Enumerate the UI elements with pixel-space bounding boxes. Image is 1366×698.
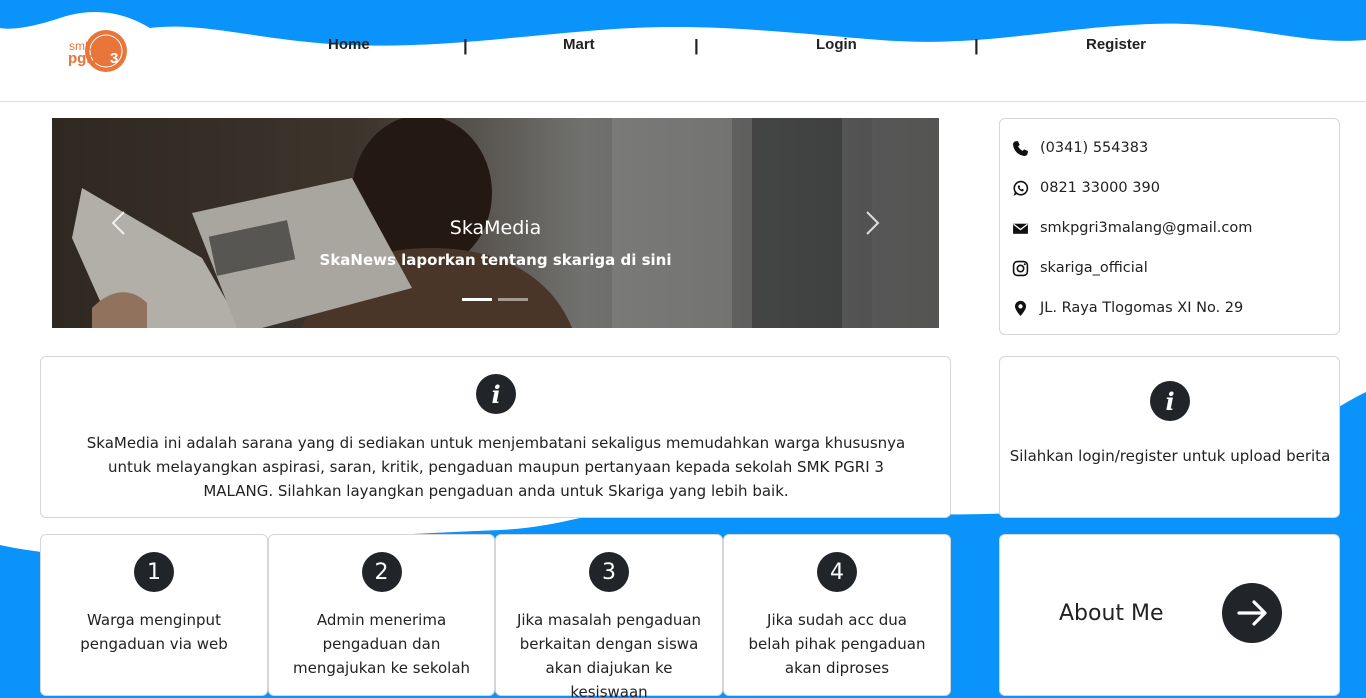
step-text: Jika masalah pengaduan berkaitan dengan … [516,611,702,698]
info-icon: i [1150,381,1190,421]
chevron-right-icon[interactable] [857,208,887,238]
chevron-left-icon[interactable] [104,208,134,238]
about-me-button[interactable] [1222,583,1282,643]
contact-text: (0341) 554383 [1040,140,1149,156]
nav-mart[interactable]: Mart [563,36,595,53]
contact-email[interactable]: smkpgri3malang@gmail.com [1012,217,1252,239]
nav-register[interactable]: Register [1086,36,1146,53]
contact-text: JL. Raya Tlogomas XI No. 29 [1040,300,1244,316]
carousel-title: SkaMedia [449,217,542,239]
nav-separator: | [974,36,979,55]
about-me-label: About Me [1059,601,1164,626]
whatsapp-icon [1013,180,1029,196]
step-card: 4 Jika sudah acc dua belah pihak pengadu… [723,534,951,696]
step-card: 3 Jika masalah pengaduan berkaitan denga… [495,534,723,698]
about-me-card[interactable]: About Me [999,534,1340,696]
contact-phone[interactable]: (0341) 554383 [1012,137,1148,159]
contact-address[interactable]: JL. Raya Tlogomas XI No. 29 [1012,297,1243,319]
step-number: 2 [361,552,402,592]
news-carousel: SkaMedia SkaNews laporkan tentang skarig… [52,118,939,328]
step-card: 1 Warga menginput pengaduan via web [40,534,268,696]
carousel-indicator[interactable] [498,298,528,301]
info-card: i SkaMedia ini adalah sarana yang di sed… [40,356,951,518]
carousel-caption: SkaNews laporkan tentang skariga di sini [319,251,672,269]
location-pin-icon [1014,300,1027,316]
carousel-indicator-active[interactable] [462,298,492,301]
login-notice-card: i Silahkan login/register untuk upload b… [999,356,1340,518]
contact-text: smkpgri3malang@gmail.com [1040,220,1253,236]
step-number: 4 [817,552,857,592]
step-text: Jika sudah acc dua belah pihak pengaduan… [748,611,926,677]
step-number: 3 [589,552,629,592]
top-navbar: smk pgri 3 Home | Mart | Login | Registe… [0,0,1366,102]
login-notice-text: Silahkan login/register untuk upload ber… [1009,447,1331,465]
nav-separator: | [694,36,699,55]
step-text: Admin menerima pengaduan dan mengajukan … [293,611,471,677]
info-description: SkaMedia ini adalah sarana yang di sedia… [86,434,906,500]
nav-home[interactable]: Home [328,36,370,53]
contact-text: skariga_official [1040,260,1148,276]
step-card: 2 Admin menerima pengaduan dan mengajuka… [268,534,495,696]
instagram-icon [1012,260,1029,276]
svg-text:pgri: pgri [68,50,96,67]
step-number: 1 [134,552,174,592]
envelope-icon [1013,223,1028,234]
step-text: Warga menginput pengaduan via web [80,611,228,653]
arrow-right-icon [1237,600,1267,626]
nav-separator: | [463,36,468,55]
info-icon: i [476,374,516,414]
school-logo[interactable]: smk pgri 3 [64,28,128,74]
nav-login[interactable]: Login [816,36,857,53]
contact-card: (0341) 554383 0821 33000 390 smkpgri3mal… [999,118,1340,335]
phone-icon [1013,140,1028,156]
contact-text: 0821 33000 390 [1040,180,1160,196]
contact-whatsapp[interactable]: 0821 33000 390 [1012,177,1160,199]
contact-instagram[interactable]: skariga_official [1012,257,1148,279]
svg-text:3: 3 [110,50,118,67]
